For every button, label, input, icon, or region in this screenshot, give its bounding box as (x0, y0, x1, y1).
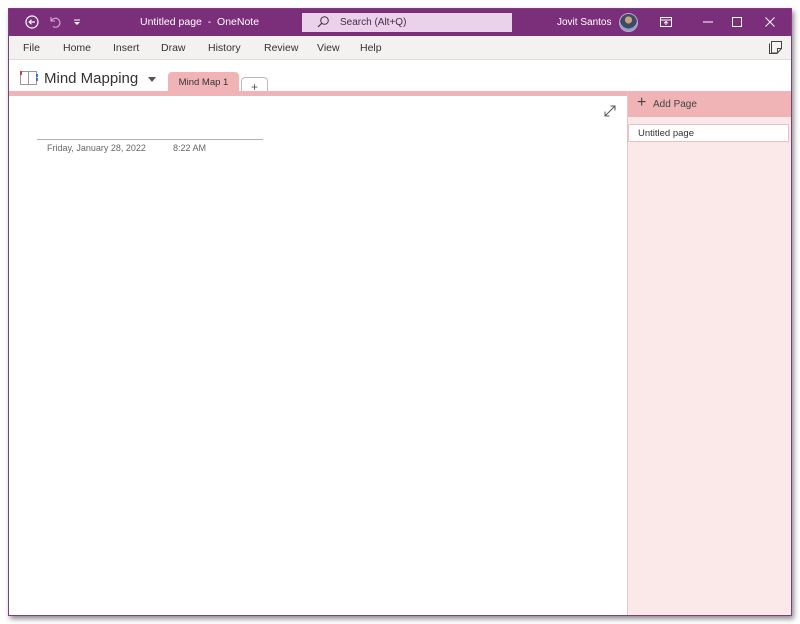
page-date: Friday, January 28, 2022 (47, 143, 146, 153)
onenote-window: Untitled page - OneNote Search (Alt+Q) J… (8, 8, 792, 616)
page-item-title: Untitled page (638, 128, 694, 139)
expand-full-page-icon[interactable] (603, 104, 617, 118)
page-list-item[interactable]: Untitled page (628, 124, 789, 142)
close-icon[interactable] (759, 13, 781, 31)
sticky-notes-icon[interactable] (769, 41, 782, 59)
search-placeholder: Search (Alt+Q) (340, 17, 407, 28)
minimize-icon[interactable] (697, 13, 719, 31)
page-canvas[interactable]: Friday, January 28, 2022 8:22 AM (9, 96, 627, 615)
page-time: 8:22 AM (173, 143, 207, 153)
customize-quick-access-icon[interactable] (68, 13, 86, 31)
menu-home[interactable]: Home (63, 42, 91, 54)
menu-bar: File Home Insert Draw History Review Vie… (9, 36, 791, 60)
maximize-icon[interactable] (726, 13, 748, 31)
back-circle-icon[interactable] (23, 13, 41, 31)
pages-pane: + Add Page Untitled page (627, 91, 791, 615)
add-page-label: Add Page (653, 99, 697, 110)
menu-file[interactable]: File (23, 42, 40, 54)
notebook-name[interactable]: Mind Mapping (44, 70, 138, 87)
plus-icon: + (637, 94, 647, 111)
menu-view[interactable]: View (317, 42, 340, 54)
search-input[interactable]: Search (Alt+Q) (302, 13, 512, 32)
ribbon-display-options-icon[interactable] (655, 13, 677, 31)
menu-review[interactable]: Review (264, 42, 298, 54)
window-title: Untitled page - OneNote (140, 16, 260, 28)
menu-draw[interactable]: Draw (161, 42, 186, 54)
menu-help[interactable]: Help (360, 42, 382, 54)
undo-icon[interactable] (46, 13, 64, 31)
page-title-field[interactable] (37, 139, 263, 140)
user-name[interactable]: Jovit Santos (557, 17, 611, 28)
add-page-button[interactable]: + Add Page (628, 91, 791, 117)
menu-insert[interactable]: Insert (113, 42, 139, 54)
notebook-dropdown-icon[interactable] (148, 77, 156, 82)
notebook-icon (20, 71, 38, 90)
menu-history[interactable]: History (208, 42, 241, 54)
title-bar: Untitled page - OneNote Search (Alt+Q) J… (9, 9, 791, 36)
search-icon (316, 15, 330, 32)
avatar[interactable] (619, 13, 638, 32)
